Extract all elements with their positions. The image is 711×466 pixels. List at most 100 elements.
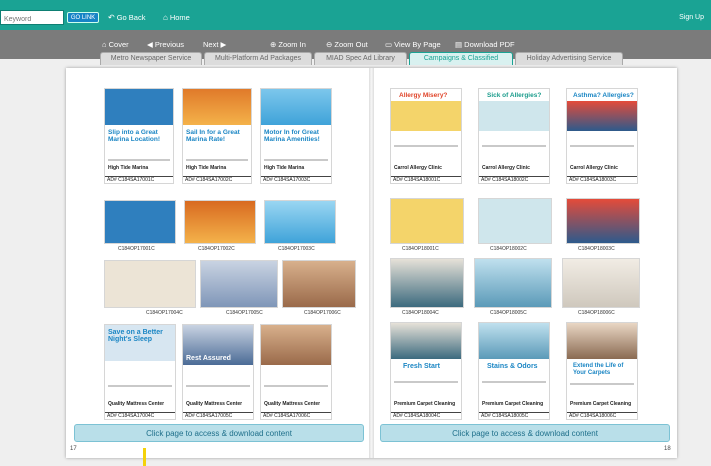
carpet-photo <box>567 323 637 359</box>
cover-button[interactable]: ⌂ Cover <box>102 40 129 49</box>
tab-campaigns-classified[interactable]: Campaigns & Classified <box>409 52 513 65</box>
photo-sailboat[interactable] <box>184 200 256 244</box>
photo-code: C184OP18004C <box>402 310 439 316</box>
ad-mattress-1[interactable]: Save on a Better Night's Sleep Quality M… <box>104 324 176 420</box>
body-text <box>264 159 328 161</box>
ad-allergy-1[interactable]: Allergy Misery? Carrol Allergy Clinic AD… <box>390 88 462 184</box>
photo-code: C184OP18006C <box>578 310 615 316</box>
photo-family-bed[interactable] <box>282 260 356 308</box>
previous-label: Previous <box>154 40 185 49</box>
download-pdf-label: Download PDF <box>464 40 515 49</box>
photo-mattress[interactable] <box>200 260 278 308</box>
ad-number-tag: AD# C184SA17003C <box>261 176 331 183</box>
flipbook[interactable]: Slip into a Great Marina Location! High … <box>66 68 677 458</box>
ad-headline: Save on a Better Night's Sleep <box>108 329 163 343</box>
ad-carpet-2[interactable]: Stains & Odors Premium Carpet Cleaning A… <box>478 322 550 420</box>
family-photo <box>261 325 331 365</box>
ad-headline: Stains & Odors <box>487 363 538 370</box>
previous-button[interactable]: ◀ Previous <box>147 40 184 49</box>
yellow-pointer-arrow <box>143 448 146 466</box>
photo-code: C184OP17005C <box>226 310 263 316</box>
zoom-out-button[interactable]: ⊖ Zoom Out <box>326 40 368 49</box>
ad-carpet-3[interactable]: Extend the Life of Your Carpets Premium … <box>566 322 638 420</box>
ad-number-tag: AD# C184SA17001C <box>105 176 173 183</box>
body-text <box>394 381 458 383</box>
ad-number-tag: AD# C184SA18001C <box>391 176 461 183</box>
view-by-page-button[interactable]: ▭ View By Page <box>385 40 441 49</box>
photo-sneezing-person[interactable] <box>478 198 552 244</box>
ad-number-tag: AD# C184SA18006C <box>567 412 637 419</box>
cleaning-photo <box>479 323 549 359</box>
pdf-icon: ▤ <box>455 40 465 49</box>
body-text <box>108 385 172 387</box>
body-text <box>186 385 250 387</box>
photo-code: C184OP17006C <box>304 310 341 316</box>
ad-marina-3[interactable]: Motor In for Great Marina Amenities! Hig… <box>260 88 332 184</box>
photo-hand-on-mattress[interactable] <box>104 260 196 308</box>
body-text <box>264 385 328 387</box>
ad-headline: Extend the Life of Your Carpets <box>573 363 624 376</box>
ad-business: Quality Mattress Center <box>108 401 165 407</box>
home-link[interactable]: ⌂ Home <box>163 13 190 22</box>
ad-business: High Tide Marina <box>264 165 305 171</box>
tab-miad-spec-ad-library[interactable]: MIAD Spec Ad Library <box>314 52 407 65</box>
sign-up-link[interactable]: Sign Up <box>679 14 704 21</box>
photo-code: C184OP17001C <box>118 246 155 252</box>
ad-mattress-3[interactable]: Quality Mattress Center AD# C184SA17006C <box>260 324 332 420</box>
go-back-link[interactable]: ↶ Go Back <box>108 13 145 22</box>
view-by-page-label: View By Page <box>394 40 441 49</box>
photo-code: C184OP17003C <box>278 246 315 252</box>
ad-number-tag: AD# C184SA17004C <box>105 412 175 419</box>
tab-holiday-advertising-service[interactable]: Holiday Advertising Service <box>515 52 623 65</box>
ad-headline: Rest Assured <box>186 355 231 362</box>
photo-marina-dock[interactable] <box>104 200 176 244</box>
page-view-icon: ▭ <box>385 40 395 49</box>
ad-allergy-2[interactable]: Sick of Allergies? Carrol Allergy Clinic… <box>478 88 550 184</box>
go-link-button[interactable]: GO LINK <box>67 12 99 23</box>
sneezing-face-illustration <box>391 101 461 131</box>
ad-marina-1[interactable]: Slip into a Great Marina Location! High … <box>104 88 174 184</box>
photo-vacuum-cleaning[interactable] <box>390 258 464 308</box>
ad-business: Premium Carpet Cleaning <box>482 401 544 407</box>
right-page[interactable]: Allergy Misery? Carrol Allergy Clinic AD… <box>374 68 677 458</box>
ad-number-tag: AD# C184SA17002C <box>183 176 251 183</box>
right-download-cta[interactable]: Click page to access & download content <box>380 424 670 442</box>
next-label: Next <box>203 40 219 49</box>
body-text <box>482 381 546 383</box>
photo-code: C184OP18002C <box>490 246 527 252</box>
top-navigation-bar: GO LINK ↶Go Back ⌂Home Sign Up <box>0 0 711 30</box>
photo-carpet-machine[interactable] <box>562 258 640 308</box>
body-text <box>482 145 546 147</box>
left-page[interactable]: Slip into a Great Marina Location! High … <box>66 68 369 458</box>
keyword-search-input[interactable] <box>0 10 64 25</box>
sailboat-photo <box>183 89 251 125</box>
cover-icon: ⌂ <box>102 40 109 49</box>
ad-number-tag: AD# C184SA18004C <box>391 412 461 419</box>
photo-office-cleaning[interactable] <box>474 258 552 308</box>
left-download-cta[interactable]: Click page to access & download content <box>74 424 364 442</box>
photo-code: C184OP18003C <box>578 246 615 252</box>
ad-allergy-3[interactable]: Asthma? Allergies? Carrol Allergy Clinic… <box>566 88 638 184</box>
body-text <box>186 159 248 161</box>
ad-number-tag: AD# C184SA17006C <box>261 412 331 419</box>
photo-inhaler[interactable] <box>566 198 640 244</box>
ad-number-tag: AD# C184SA18002C <box>479 176 549 183</box>
photo-code: C184OP18001C <box>402 246 439 252</box>
photo-code: C184OP17002C <box>198 246 235 252</box>
right-arrow-icon: ▶ <box>218 40 227 49</box>
photo-sneezing-face[interactable] <box>390 198 464 244</box>
zoom-in-button[interactable]: ⊕ Zoom In <box>270 40 306 49</box>
tab-multi-platform-ad-packages[interactable]: Multi-Platform Ad Packages <box>204 52 312 65</box>
ad-mattress-2[interactable]: Rest Assured Quality Mattress Center AD#… <box>182 324 254 420</box>
ad-carpet-1[interactable]: Fresh Start Premium Carpet Cleaning AD# … <box>390 322 462 420</box>
ad-headline: Motor In for Great Marina Amenities! <box>264 129 320 143</box>
cover-label: Cover <box>108 40 129 49</box>
ad-number-tag: AD# C184SA17005C <box>183 412 253 419</box>
download-pdf-button[interactable]: ▤ Download PDF <box>455 40 515 49</box>
photo-motorboat[interactable] <box>264 200 336 244</box>
tab-metro-newspaper-service[interactable]: Metro Newspaper Service <box>100 52 202 65</box>
ad-headline: Sail In for a Great Marina Rate! <box>186 129 240 143</box>
next-button[interactable]: Next ▶ <box>203 40 226 49</box>
body-text <box>570 145 634 147</box>
ad-marina-2[interactable]: Sail In for a Great Marina Rate! High Ti… <box>182 88 252 184</box>
